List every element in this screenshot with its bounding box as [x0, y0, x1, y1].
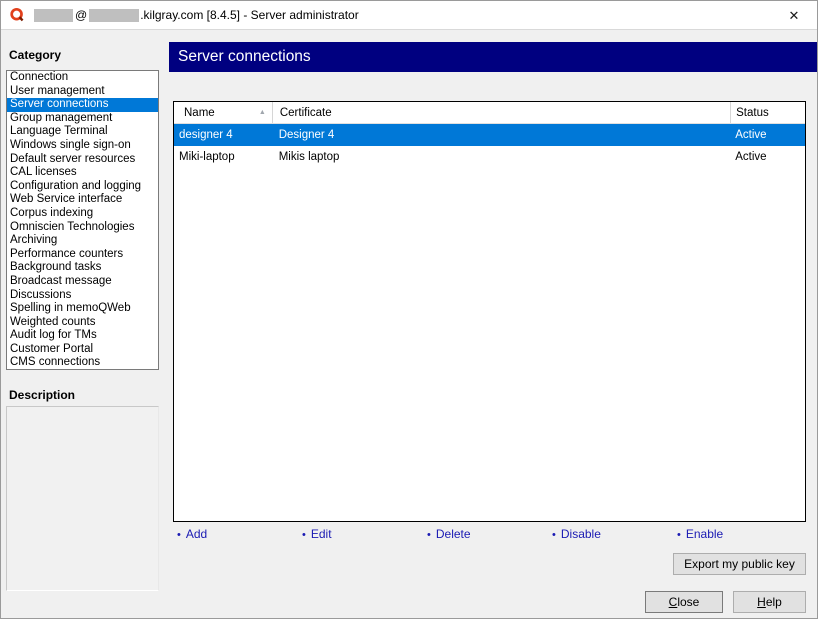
category-item-omniscien-technologies[interactable]: Omniscien Technologies: [7, 221, 158, 235]
window-title-at: @: [75, 8, 87, 22]
cell-name: designer 4: [174, 129, 273, 141]
title-bar: @ .kilgray.com [8.4.5] - Server administ…: [1, 1, 817, 30]
category-listbox: Connection User management Server connec…: [6, 70, 159, 370]
category-item-broadcast-message[interactable]: Broadcast message: [7, 275, 158, 289]
add-link[interactable]: • Add: [177, 527, 207, 541]
category-item-server-connections[interactable]: Server connections: [7, 98, 158, 112]
category-item-customer-portal[interactable]: Customer Portal: [7, 343, 158, 357]
category-item-cms-connections[interactable]: CMS connections: [7, 356, 158, 370]
category-item-user-management[interactable]: User management: [7, 85, 158, 99]
column-header-status-label: Status: [736, 107, 769, 119]
redacted-servername: [89, 9, 139, 22]
description-panel: [6, 406, 159, 591]
category-item-spelling-in-memoqweb[interactable]: Spelling in memoQWeb: [7, 302, 158, 316]
table-header-row: Name ▲ Certificate Status: [174, 102, 805, 124]
memoq-app-icon: [9, 7, 25, 23]
sort-ascending-icon: ▲: [259, 109, 266, 116]
table-row-designer-4[interactable]: designer 4 Designer 4 Active: [174, 124, 805, 146]
close-button[interactable]: Close: [645, 591, 723, 613]
delete-link-label: Delete: [436, 527, 471, 541]
disable-link-label: Disable: [561, 527, 601, 541]
category-item-weighted-counts[interactable]: Weighted counts: [7, 316, 158, 330]
description-label: Description: [9, 388, 75, 402]
add-link-label: Add: [186, 527, 207, 541]
edit-link-label: Edit: [311, 527, 332, 541]
table-row-miki-laptop[interactable]: Miki-laptop Mikis laptop Active: [174, 146, 805, 168]
category-item-discussions[interactable]: Discussions: [7, 289, 158, 303]
category-item-archiving[interactable]: Archiving: [7, 234, 158, 248]
bullet-icon: •: [677, 529, 681, 541]
category-item-connection[interactable]: Connection: [7, 71, 158, 85]
category-item-cal-licenses[interactable]: CAL licenses: [7, 166, 158, 180]
column-header-status[interactable]: Status: [731, 102, 805, 123]
help-button-label: elp: [766, 595, 782, 609]
bullet-icon: •: [427, 529, 431, 541]
category-item-configuration-and-logging[interactable]: Configuration and logging: [7, 180, 158, 194]
edit-link[interactable]: • Edit: [302, 527, 332, 541]
enable-link[interactable]: • Enable: [677, 527, 723, 541]
column-header-certificate-label: Certificate: [280, 107, 332, 119]
disable-link[interactable]: • Disable: [552, 527, 601, 541]
close-button-label: lose: [677, 595, 699, 609]
category-item-group-management[interactable]: Group management: [7, 112, 158, 126]
category-label: Category: [9, 48, 61, 62]
cell-name: Miki-laptop: [174, 151, 273, 163]
category-item-background-tasks[interactable]: Background tasks: [7, 261, 158, 275]
category-item-corpus-indexing[interactable]: Corpus indexing: [7, 207, 158, 221]
cell-certificate: Designer 4: [273, 129, 731, 141]
category-item-default-server-resources[interactable]: Default server resources: [7, 153, 158, 167]
category-item-windows-single-sign-on[interactable]: Windows single sign-on: [7, 139, 158, 153]
cell-certificate: Mikis laptop: [273, 151, 731, 163]
help-button[interactable]: Help: [733, 591, 806, 613]
server-connections-table: Name ▲ Certificate Status designer 4 Des…: [173, 101, 806, 522]
redacted-username: [34, 9, 73, 22]
category-item-language-terminal[interactable]: Language Terminal: [7, 125, 158, 139]
server-administrator-window: @ .kilgray.com [8.4.5] - Server administ…: [0, 0, 818, 619]
bullet-icon: •: [177, 529, 181, 541]
enable-link-label: Enable: [686, 527, 723, 541]
column-header-name[interactable]: Name ▲: [174, 102, 273, 123]
bullet-icon: •: [302, 529, 306, 541]
help-button-mnemonic: H: [757, 595, 766, 609]
window-title: .kilgray.com [8.4.5] - Server administra…: [140, 8, 359, 22]
column-header-name-label: Name: [184, 107, 215, 119]
cell-status: Active: [730, 151, 805, 163]
bullet-icon: •: [552, 529, 556, 541]
cell-status: Active: [730, 129, 805, 141]
category-item-web-service-interface[interactable]: Web Service interface: [7, 193, 158, 207]
category-item-performance-counters[interactable]: Performance counters: [7, 248, 158, 262]
category-item-audit-log-for-tms[interactable]: Audit log for TMs: [7, 329, 158, 343]
export-public-key-button[interactable]: Export my public key: [673, 553, 806, 575]
close-window-button[interactable]: ✕: [771, 1, 817, 30]
delete-link[interactable]: • Delete: [427, 527, 471, 541]
page-title: Server connections: [169, 42, 817, 72]
column-header-certificate[interactable]: Certificate: [273, 102, 731, 123]
